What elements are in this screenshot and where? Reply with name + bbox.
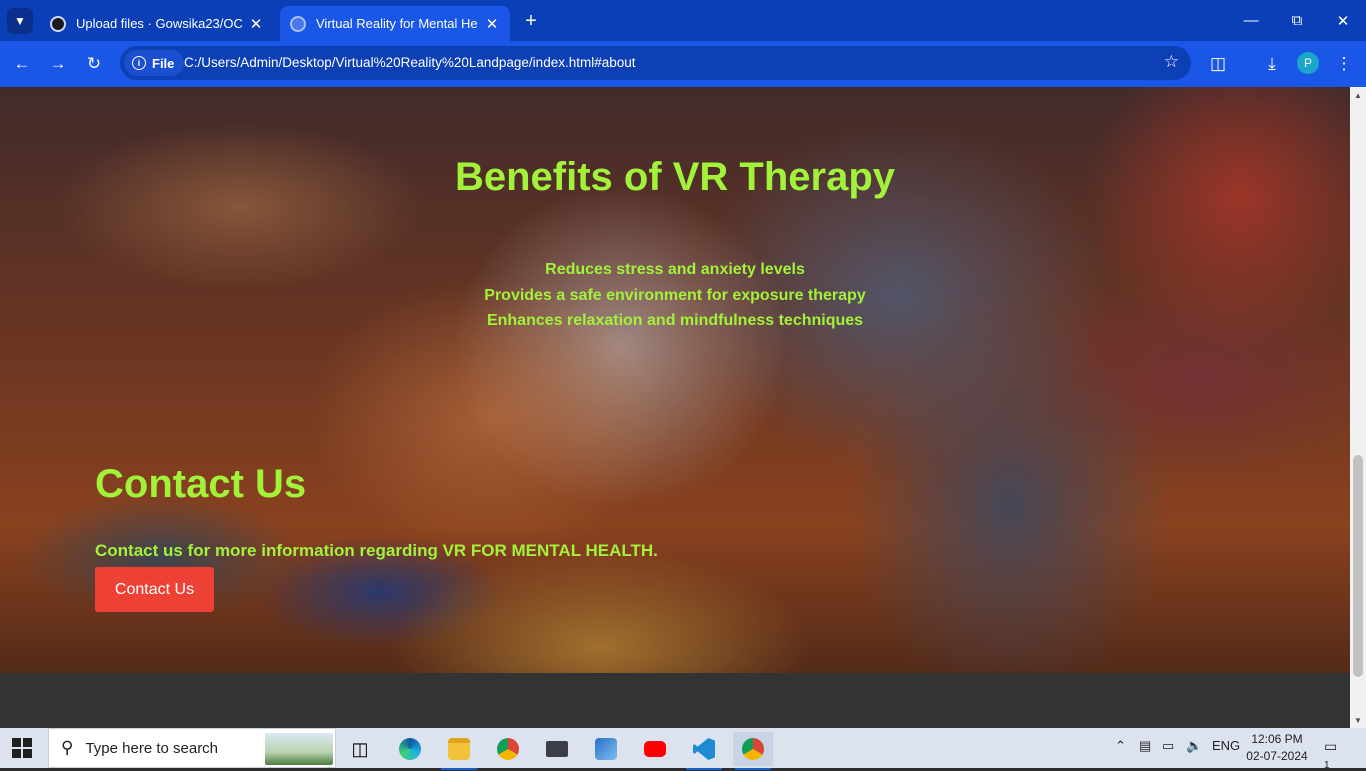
chrome-profile-taskbar-button[interactable] — [733, 732, 773, 770]
contact-description: Contact us for more information regardin… — [95, 541, 658, 560]
clock-date: 02-07-2024 — [1246, 749, 1308, 763]
battery-icon[interactable]: ▭ — [1162, 738, 1174, 754]
scroll-up-arrow-icon[interactable]: ▲ — [1350, 87, 1366, 103]
close-window-button[interactable]: ✕ — [1320, 0, 1366, 41]
notification-count: 1 — [1324, 760, 1330, 771]
profile-avatar[interactable]: P — [1297, 52, 1319, 74]
search-highlight-image — [265, 733, 333, 765]
url-text[interactable]: C:/Users/Admin/Desktop/Virtual%20Reality… — [184, 55, 636, 70]
minimize-icon: — — [1243, 12, 1259, 29]
task-view-icon: ◫ — [351, 738, 369, 759]
benefit-item: Enhances relaxation and mindfulness tech… — [486, 312, 864, 329]
contact-us-button[interactable]: Contact Us — [95, 567, 214, 612]
benefits-heading: Benefits of VR Therapy — [454, 155, 896, 199]
browser-toolbar: ← → ↻ i File C:/Users/Admin/Desktop/Virt… — [0, 41, 1366, 87]
page-scrollbar[interactable]: ▲ ▼ — [1350, 87, 1366, 728]
benefit-item: Provides a safe environment for exposure… — [484, 286, 866, 304]
page-footer — [0, 673, 1350, 728]
taskbar-search-box[interactable]: ⚲ Type here to search — [48, 728, 336, 768]
file-explorer-taskbar-button[interactable] — [439, 732, 479, 770]
mail-icon — [546, 741, 568, 757]
arrow-right-icon: → — [49, 54, 67, 73]
close-icon[interactable]: ✕ — [248, 15, 264, 33]
search-icon: ⚲ — [61, 738, 74, 757]
browser-tab-strip: ▼ Upload files · Gowsika23/OCTANET ✕ Vir… — [0, 0, 1366, 41]
reload-icon: ↻ — [86, 54, 102, 73]
language-indicator[interactable]: ENG — [1212, 738, 1240, 753]
downloads-button[interactable]: ⤓ — [1258, 50, 1286, 78]
notification-icon: ▭ — [1324, 738, 1338, 754]
windows-taskbar: ⚲ Type here to search ◫ ⌃ ▤ ▭ 🔈 ENG 12:0… — [0, 728, 1366, 771]
restore-button[interactable]: ⧉ — [1274, 0, 1320, 41]
tab-title: Upload files · Gowsika23/OCTANET — [76, 16, 242, 31]
new-tab-button[interactable]: + — [518, 8, 544, 34]
scroll-down-arrow-icon[interactable]: ▼ — [1350, 712, 1366, 728]
scrollbar-thumb[interactable] — [1353, 455, 1363, 677]
network-icon[interactable]: ▤ — [1139, 738, 1151, 754]
minimize-button[interactable]: — — [1228, 0, 1274, 41]
chevron-up-icon[interactable]: ⌃ — [1115, 738, 1126, 754]
windows-logo-icon — [12, 738, 21, 747]
task-view-button[interactable]: ◫ — [340, 732, 380, 766]
globe-icon — [290, 15, 306, 32]
tab-search-menu-button[interactable]: ▼ — [7, 8, 33, 34]
github-icon — [50, 15, 66, 32]
tab-github-upload[interactable]: Upload files · Gowsika23/OCTANET ✕ — [40, 6, 274, 41]
folder-icon — [448, 738, 470, 760]
forward-button[interactable]: → — [44, 50, 72, 78]
puzzle-icon: ◫ — [1209, 54, 1227, 73]
restore-icon: ⧉ — [1291, 12, 1303, 29]
benefits-list: Reduces stress and anxiety levels Provid… — [0, 257, 1350, 334]
reload-button[interactable]: ↻ — [80, 50, 108, 78]
back-button[interactable]: ← — [8, 50, 36, 78]
system-clock[interactable]: 12:06 PM 02-07-2024 — [1244, 731, 1310, 765]
windows-start-button[interactable] — [12, 738, 32, 758]
bookmark-star-icon[interactable]: ☆ — [1164, 52, 1179, 72]
address-bar[interactable]: i File C:/Users/Admin/Desktop/Virtual%20… — [120, 46, 1191, 80]
arrow-left-icon: ← — [13, 54, 31, 73]
browser-menu-button[interactable]: ⋮ — [1330, 50, 1358, 78]
clock-time: 12:06 PM — [1251, 732, 1303, 746]
edge-icon — [399, 738, 421, 760]
chrome-icon — [742, 738, 764, 760]
info-icon: i — [132, 56, 146, 70]
control-panel-taskbar-button[interactable] — [586, 732, 626, 766]
chrome-icon — [497, 738, 519, 760]
download-icon: ⤓ — [1268, 54, 1276, 73]
edge-taskbar-button[interactable] — [390, 732, 430, 766]
site-info-chip[interactable]: i File — [124, 50, 185, 76]
site-info-label: File — [152, 55, 175, 71]
chrome-taskbar-button[interactable] — [488, 732, 528, 766]
close-icon: ✕ — [1336, 12, 1350, 30]
contact-heading: Contact Us — [95, 462, 307, 506]
plus-icon: + — [525, 9, 537, 32]
notification-center-button[interactable]: ▭ 1 — [1324, 738, 1346, 771]
mail-taskbar-button[interactable] — [537, 732, 577, 766]
page-viewport: Benefits of VR Therapy Reduces stress an… — [0, 87, 1350, 728]
youtube-icon — [644, 741, 666, 757]
youtube-taskbar-button[interactable] — [635, 732, 675, 766]
volume-icon[interactable]: 🔈 — [1186, 738, 1202, 754]
close-icon[interactable]: ✕ — [484, 15, 500, 33]
tab-vr-mental-health[interactable]: Virtual Reality for Mental Health ✕ — [280, 6, 510, 41]
chevron-down-icon: ▼ — [14, 14, 26, 28]
more-vertical-icon: ⋮ — [1335, 54, 1353, 73]
tab-title: Virtual Reality for Mental Health — [316, 16, 478, 31]
benefit-item: Reduces stress and anxiety levels — [545, 261, 805, 278]
vscode-icon — [693, 738, 715, 760]
control-panel-icon — [595, 738, 617, 760]
extensions-button[interactable]: ◫ — [1204, 50, 1232, 78]
search-placeholder: Type here to search — [85, 739, 219, 757]
vscode-taskbar-button[interactable] — [684, 732, 724, 770]
